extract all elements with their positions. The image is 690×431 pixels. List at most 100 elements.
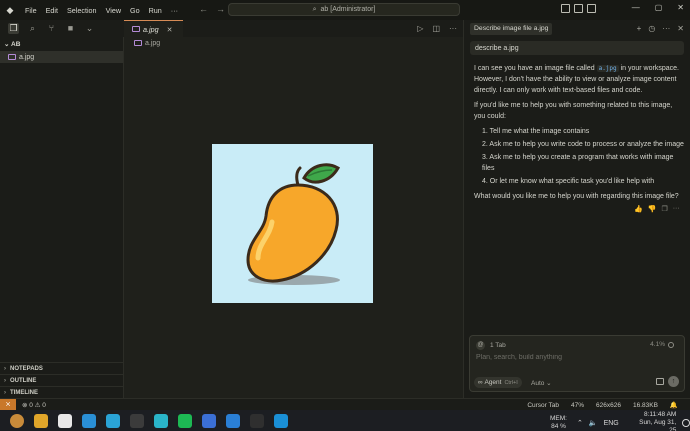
menu-bar: File Edit Selection View Go Run ···: [25, 6, 187, 15]
edge-browser-icon[interactable]: [274, 413, 288, 428]
reply-text: I can see you have an image file called: [474, 65, 597, 72]
chevron-down-icon: ⌄: [544, 380, 552, 387]
panel-label: TIMELINE: [10, 389, 38, 396]
model-selector[interactable]: Auto ⌄: [531, 379, 552, 387]
menu-edit[interactable]: Edit: [46, 6, 58, 15]
chevron-up-icon[interactable]: ⌃: [577, 419, 583, 427]
split-editor-icon[interactable]: ◫: [432, 24, 440, 33]
edge-icon[interactable]: [82, 413, 96, 428]
language-indicator[interactable]: ENG: [604, 420, 619, 427]
avatar-icon[interactable]: [10, 413, 24, 428]
more-icon[interactable]: ···: [662, 24, 670, 33]
add-context-icon[interactable]: @: [476, 341, 485, 350]
remote-icon[interactable]: ⨯: [0, 398, 16, 411]
tab-a-jpg[interactable]: a.jpg ✕: [124, 20, 183, 37]
file-explorer-icon[interactable]: [34, 413, 48, 428]
panel-notepads[interactable]: › NOTEPADS: [0, 362, 124, 374]
extensions-icon[interactable]: ■: [65, 23, 76, 34]
sidebar-panels: › NOTEPADS › OUTLINE › TIMELINE: [0, 362, 124, 398]
problems-indicator[interactable]: ⊗ 0 ⚠ 0: [22, 401, 46, 409]
telegram-icon[interactable]: [106, 413, 120, 428]
toggle-sidebar-icon[interactable]: [561, 4, 570, 13]
list-item: 3. Ask me to help you create a program t…: [482, 154, 674, 172]
clock-time: 8:11:48 AM: [643, 411, 677, 418]
mem-label: MEM:: [550, 415, 567, 422]
minimize-icon[interactable]: —: [632, 3, 640, 12]
game-icon[interactable]: [250, 413, 264, 428]
source-control-icon[interactable]: ⑂: [46, 23, 57, 34]
status-bar: ⨯ ⊗ 0 ⚠ 0 Cursor Tab 47% 626x626 16.83KB…: [0, 398, 690, 411]
reply-question: What would you like me to help you with …: [474, 193, 679, 200]
context-percent: 4.1%: [650, 341, 665, 348]
more-actions-icon[interactable]: ···: [449, 24, 457, 33]
command-center[interactable]: ⌕ ab [Administrator]: [228, 3, 460, 16]
notification-center-icon[interactable]: [682, 419, 690, 427]
panel-outline[interactable]: › OUTLINE: [0, 374, 124, 386]
cursor-logo-icon: ◆: [6, 5, 14, 15]
model-label: Auto: [531, 380, 545, 387]
chevron-right-icon: ›: [4, 377, 6, 384]
panel-timeline[interactable]: › TIMELINE: [0, 386, 124, 398]
chevron-down-icon[interactable]: ⌄: [84, 23, 95, 34]
clock[interactable]: 8:11:48 AM Sun, Aug 31, 25: [633, 411, 677, 431]
zoom-level[interactable]: 47%: [571, 402, 584, 409]
image-attach-icon[interactable]: [656, 378, 664, 385]
file-name: a.jpg: [19, 53, 35, 61]
github-icon[interactable]: [130, 413, 144, 428]
menu-view[interactable]: View: [106, 6, 121, 15]
cursor-tab-status[interactable]: Cursor Tab: [527, 402, 559, 409]
toggle-panel-icon[interactable]: [574, 4, 583, 13]
list-item: 1. Tell me what the image contains: [482, 128, 590, 135]
context-row: @ 1 Tab: [476, 341, 506, 350]
mango-image: [246, 163, 341, 285]
explorer-sidebar: ⌄ AB a.jpg › NOTEPADS › OUTLINE › TIMELINE: [0, 37, 124, 398]
chat-tab[interactable]: Describe image file a.jpg: [470, 22, 553, 35]
chevron-right-icon: ›: [4, 389, 6, 396]
close-icon[interactable]: ✕: [677, 24, 684, 33]
speaker-icon[interactable]: 🔈: [589, 419, 598, 427]
breadcrumb-file[interactable]: a.jpg: [145, 40, 160, 47]
reply-actions: 👍 👎 ❐ ···: [634, 205, 685, 213]
list-item: 4. Or let me know what specific task you…: [482, 178, 655, 185]
new-chat-icon[interactable]: +: [637, 24, 642, 33]
menu-run[interactable]: Run: [149, 6, 162, 15]
thumbs-down-icon[interactable]: 👎: [648, 205, 657, 213]
vscode-icon[interactable]: [226, 413, 240, 428]
spotify-icon[interactable]: [178, 413, 192, 428]
menu-file[interactable]: File: [25, 6, 37, 15]
thumbs-up-icon[interactable]: 👍: [634, 205, 643, 213]
panel-label: NOTEPADS: [10, 365, 43, 372]
tray-icons: ⌃ 🔈 ENG: [577, 419, 625, 428]
context-pill[interactable]: 1 Tab: [490, 342, 506, 349]
tab-label: a.jpg: [143, 24, 159, 34]
activity-bar: ❐ ⌕ ⑂ ■ ⌄: [0, 20, 124, 37]
cursor-app-icon[interactable]: [58, 413, 72, 428]
menu-more[interactable]: ···: [171, 6, 178, 15]
explorer-icon[interactable]: ❐: [8, 23, 19, 34]
maximize-icon[interactable]: ▢: [655, 3, 663, 12]
browser-icon[interactable]: [202, 413, 216, 428]
history-icon[interactable]: ◷: [648, 24, 655, 33]
run-icon[interactable]: ▷: [417, 24, 423, 33]
chat-input[interactable]: [476, 354, 676, 361]
list-item: 2. Ask me to help you write code to proc…: [482, 141, 684, 148]
toggle-secondary-sidebar-icon[interactable]: [587, 4, 596, 13]
menu-go[interactable]: Go: [130, 6, 140, 15]
mem-value: 84 %: [551, 423, 566, 430]
close-window-icon[interactable]: ✕: [677, 3, 684, 12]
agent-shortcut: Ctrl+I: [504, 379, 518, 386]
back-arrow-icon[interactable]: ←: [199, 4, 216, 14]
notifications-icon[interactable]: 🔔: [670, 401, 678, 409]
close-icon[interactable]: ✕: [167, 25, 173, 34]
folder-header[interactable]: ⌄ AB: [0, 37, 123, 48]
file-item-a-jpg[interactable]: a.jpg: [0, 51, 123, 63]
menu-selection[interactable]: Selection: [67, 6, 97, 15]
chat-panel: Describe image file a.jpg + ◷ ··· ✕ desc…: [463, 20, 690, 398]
search-view-icon[interactable]: ⌕: [27, 23, 38, 34]
more-icon[interactable]: ···: [673, 205, 680, 213]
user-message[interactable]: describe a.jpg: [470, 41, 684, 55]
app-icon[interactable]: [154, 413, 168, 428]
send-button[interactable]: ↑: [668, 376, 679, 387]
agent-mode-button[interactable]: ∞ Agent Ctrl+I: [474, 377, 522, 388]
copy-icon[interactable]: ❐: [661, 205, 667, 213]
